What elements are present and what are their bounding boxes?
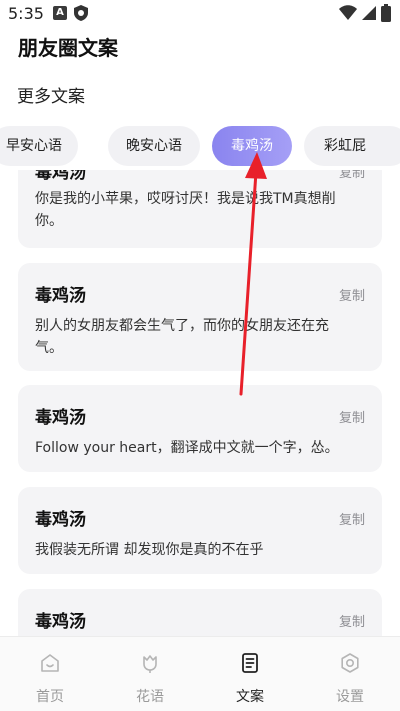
status-time: 5:35 bbox=[8, 4, 44, 23]
wifi-icon bbox=[339, 5, 357, 20]
tab-label: 毒鸡汤 bbox=[231, 138, 273, 154]
card-title: 毒鸡汤 bbox=[35, 612, 86, 632]
card-title: 毒鸡汤 bbox=[35, 286, 86, 306]
tab-rainbow[interactable]: 彩虹屁 bbox=[304, 126, 400, 166]
copy-button[interactable]: 复制 bbox=[339, 170, 365, 181]
tab-night[interactable]: 晚安心语 bbox=[108, 126, 200, 166]
quote-list[interactable]: 毒鸡汤 复制 你是我的小苹果，哎呀讨厌！我是说我TM真想削你。 毒鸡汤 复制 别… bbox=[0, 170, 400, 636]
tab-morning[interactable]: 早安心语 bbox=[0, 126, 78, 166]
page-title: 朋友圈文案 bbox=[18, 36, 118, 60]
card-title: 毒鸡汤 bbox=[35, 170, 86, 183]
copy-button[interactable]: 复制 bbox=[339, 509, 365, 528]
nav-item-home[interactable]: 首页 bbox=[0, 637, 100, 711]
quote-card: 毒鸡汤 复制 Follow your heart，翻译成中文就一个字，怂。 bbox=[18, 385, 382, 472]
bottom-nav: 首页 花语 文案 设置 bbox=[0, 636, 400, 711]
document-icon bbox=[242, 653, 258, 673]
nav-label: 花语 bbox=[136, 689, 164, 705]
section-title: 更多文案 bbox=[17, 87, 85, 107]
home-icon bbox=[41, 654, 59, 672]
shield-icon bbox=[74, 5, 88, 21]
nav-label: 首页 bbox=[36, 689, 64, 705]
signal-icon bbox=[362, 6, 376, 20]
card-text: 我假装无所谓 却发现你是真的不在乎 bbox=[35, 542, 264, 558]
quote-card: 毒鸡汤 复制 bbox=[18, 589, 382, 636]
card-title: 毒鸡汤 bbox=[35, 510, 86, 530]
nav-label: 文案 bbox=[236, 689, 264, 705]
settings-icon bbox=[341, 653, 359, 673]
status-bar: 5:35 A bbox=[0, 0, 400, 28]
card-title: 毒鸡汤 bbox=[35, 408, 86, 428]
notification-a-icon: A bbox=[53, 6, 67, 20]
quote-card: 毒鸡汤 复制 你是我的小苹果，哎呀讨厌！我是说我TM真想削你。 bbox=[18, 170, 382, 248]
copy-button[interactable]: 复制 bbox=[339, 407, 365, 426]
nav-label: 设置 bbox=[336, 689, 364, 705]
copy-button[interactable]: 复制 bbox=[339, 611, 365, 630]
quote-card: 毒鸡汤 复制 我假装无所谓 却发现你是真的不在乎 bbox=[18, 487, 382, 574]
category-tabs: 早安心语 晚安心语 毒鸡汤 彩虹屁 bbox=[0, 126, 400, 166]
tab-label: 晚安心语 bbox=[126, 138, 182, 154]
nav-item-flower[interactable]: 花语 bbox=[100, 637, 200, 711]
copy-button[interactable]: 复制 bbox=[339, 285, 365, 304]
nav-item-settings[interactable]: 设置 bbox=[300, 637, 400, 711]
tab-label: 早安心语 bbox=[6, 138, 62, 154]
tab-label: 彩虹屁 bbox=[324, 138, 366, 154]
nav-item-copywriting[interactable]: 文案 bbox=[200, 637, 300, 711]
flower-icon bbox=[143, 655, 157, 673]
tab-poison-soup[interactable]: 毒鸡汤 bbox=[212, 126, 292, 166]
quote-card: 毒鸡汤 复制 别人的女朋友都会生气了，而你的女朋友还在充气。 bbox=[18, 263, 382, 371]
card-text: 你是我的小苹果，哎呀讨厌！我是说我TM真想削你。 bbox=[35, 191, 336, 229]
battery-icon bbox=[381, 4, 391, 22]
card-text: 别人的女朋友都会生气了，而你的女朋友还在充气。 bbox=[35, 318, 329, 356]
card-text: Follow your heart，翻译成中文就一个字，怂。 bbox=[35, 440, 339, 456]
